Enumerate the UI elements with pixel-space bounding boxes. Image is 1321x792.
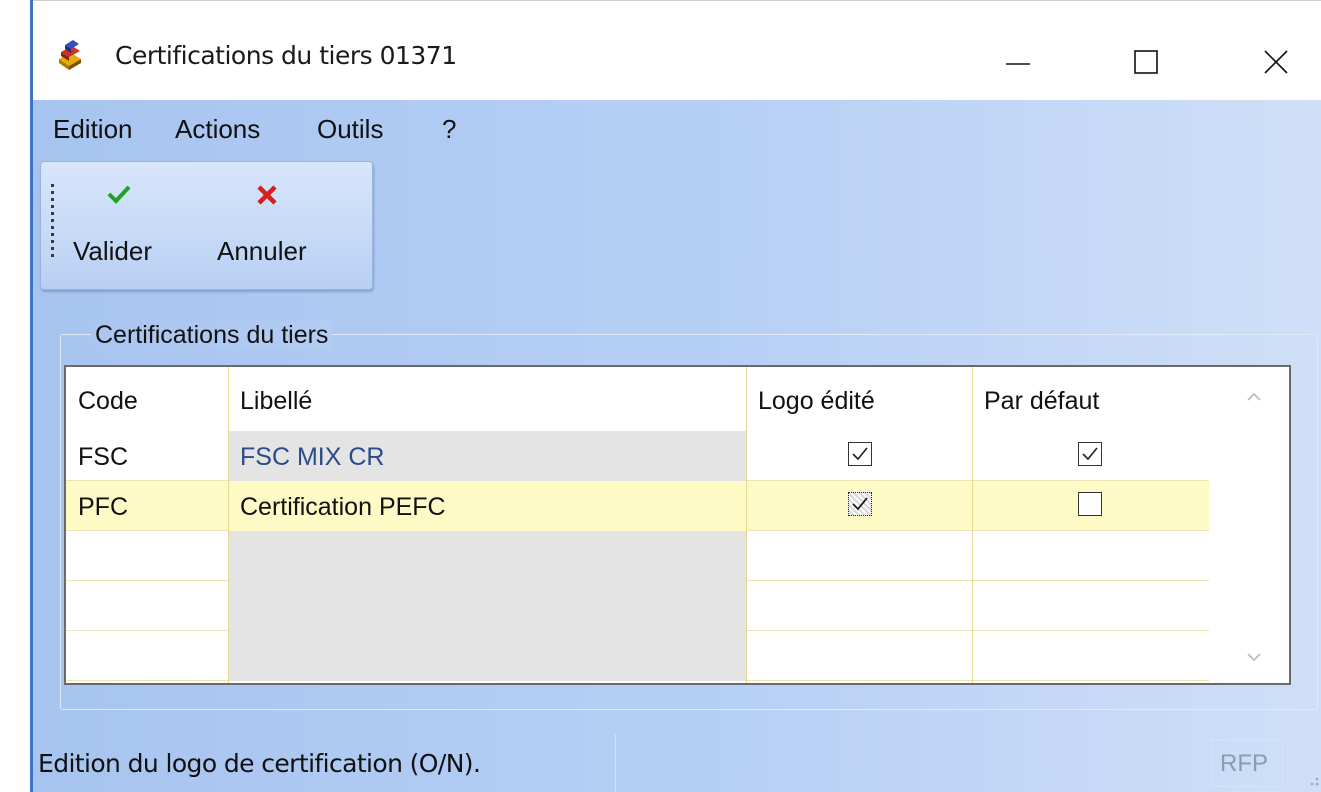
logo-edite-checkbox[interactable]	[848, 442, 872, 466]
minimize-button[interactable]	[998, 31, 1058, 81]
table-header: Code Libellé Logo édité Par défaut	[66, 367, 1209, 431]
certifications-table[interactable]: Code Libellé Logo édité Par défaut FSC F…	[64, 365, 1291, 685]
groupbox-title: Certifications du tiers	[91, 321, 333, 350]
cell-code[interactable]: PFC	[66, 481, 228, 531]
cell-libelle[interactable]	[228, 631, 746, 681]
title-bar: Certifications du tiers 01371	[33, 0, 1321, 100]
cell-libelle[interactable]	[228, 581, 746, 631]
menu-help[interactable]: ?	[442, 114, 456, 145]
column-divider	[746, 367, 747, 683]
cancel-label: Annuler	[217, 236, 307, 266]
toolbar: Valider Annuler	[40, 161, 373, 290]
cell-libelle[interactable]: FSC MIX CR	[228, 431, 746, 481]
check-icon	[852, 497, 868, 511]
cell-code[interactable]	[66, 531, 228, 581]
table-row-empty[interactable]	[66, 581, 1209, 631]
cell-libelle[interactable]: Certification PEFC	[228, 481, 746, 531]
column-header-libelle[interactable]: Libellé	[228, 367, 746, 431]
menu-bar: Edition Actions Outils ?	[33, 102, 1321, 156]
certifications-window: Certifications du tiers 01371 Edition Ac…	[30, 0, 1321, 792]
table-row-selected[interactable]: PFC Certification PEFC	[66, 481, 1209, 531]
cell-libelle[interactable]	[228, 531, 746, 581]
table-row-empty[interactable]	[66, 631, 1209, 681]
vertical-scrollbar[interactable]	[1209, 367, 1289, 683]
checkmark-icon	[107, 185, 131, 204]
status-indicator: RFP	[1211, 739, 1283, 787]
maximize-icon	[1134, 50, 1158, 74]
maximize-button[interactable]	[1129, 31, 1189, 81]
validate-label: Valider	[73, 236, 153, 266]
column-divider	[228, 367, 229, 683]
close-button[interactable]	[1255, 31, 1315, 81]
toolbar-grip[interactable]	[51, 184, 54, 260]
table-row[interactable]: FSC FSC MIX CR	[66, 431, 1209, 481]
close-icon	[1264, 50, 1288, 74]
scroll-down-icon[interactable]	[1244, 647, 1264, 667]
menu-actions[interactable]: Actions	[175, 114, 260, 145]
app-books-icon	[55, 39, 85, 71]
resize-grip-icon[interactable]	[1303, 762, 1321, 788]
par-defaut-checkbox[interactable]	[1078, 492, 1102, 516]
column-header-code[interactable]: Code	[66, 367, 228, 431]
menu-outils[interactable]: Outils	[317, 114, 383, 145]
table-row-empty[interactable]	[66, 531, 1209, 581]
validate-button[interactable]: Valider	[71, 174, 181, 274]
status-message: Edition du logo de certification (O/N).	[33, 734, 616, 792]
column-header-logo-edite[interactable]: Logo édité	[746, 367, 972, 431]
column-header-par-defaut[interactable]: Par défaut	[972, 367, 1209, 431]
logo-edite-checkbox-focused[interactable]	[848, 492, 872, 516]
cell-code[interactable]: FSC	[66, 431, 228, 481]
cancel-x-icon	[257, 185, 277, 205]
status-bar: Edition du logo de certification (O/N). …	[33, 734, 1321, 792]
check-icon	[852, 447, 868, 461]
cell-code[interactable]	[66, 631, 228, 681]
check-icon	[1082, 447, 1098, 461]
column-divider	[972, 367, 973, 683]
scroll-up-icon[interactable]	[1244, 387, 1264, 407]
cell-code[interactable]	[66, 581, 228, 631]
menu-edition[interactable]: Edition	[53, 114, 133, 145]
par-defaut-checkbox[interactable]	[1078, 442, 1102, 466]
window-title: Certifications du tiers 01371	[115, 41, 457, 70]
cancel-button[interactable]: Annuler	[213, 174, 343, 274]
minimize-icon	[1006, 63, 1030, 65]
